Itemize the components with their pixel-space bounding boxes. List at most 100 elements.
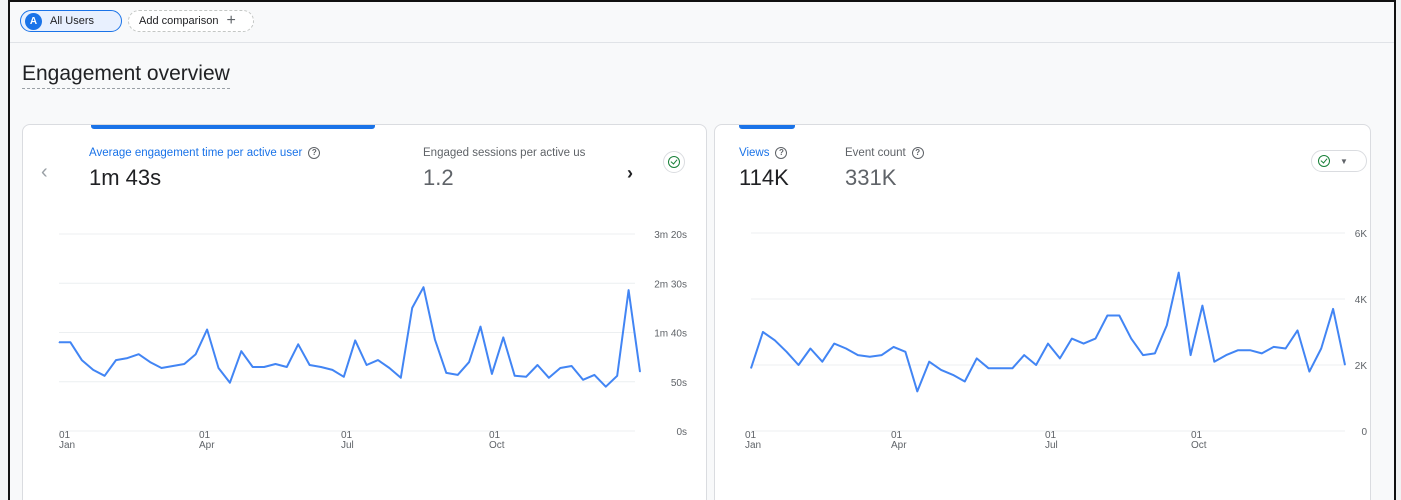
data-point	[161, 367, 163, 369]
data-point	[58, 341, 60, 343]
data-point	[1249, 349, 1251, 351]
views-chart: 6K4K2K0 01Jan01Apr01Jul01Oct	[745, 229, 1368, 451]
series-line-avg-engagement-time	[59, 286, 641, 388]
data-point	[750, 367, 752, 369]
data-point	[343, 376, 345, 378]
data-point	[366, 364, 368, 366]
data-point	[81, 359, 83, 361]
data-point	[928, 361, 930, 363]
engagement-time-card: ‹ Average engagement time per active use…	[22, 124, 707, 500]
data-point	[1237, 349, 1239, 351]
y-tick-label: 0	[1361, 427, 1367, 438]
data-point	[69, 341, 71, 343]
data-point	[354, 339, 356, 341]
y-tick-label: 2m 30s	[654, 279, 687, 290]
data-point	[514, 375, 516, 377]
data-point	[274, 363, 276, 365]
data-point	[263, 366, 265, 368]
data-point	[904, 351, 906, 353]
data-point	[229, 382, 231, 384]
data-point	[502, 336, 504, 338]
data-point	[297, 343, 299, 345]
data-point	[1106, 315, 1108, 316]
data-point	[525, 376, 527, 378]
data-point	[559, 367, 561, 369]
data-point	[571, 365, 573, 367]
data-point	[1201, 305, 1203, 307]
data-point	[1308, 371, 1310, 373]
data-point	[1225, 354, 1227, 356]
data-point	[1261, 352, 1263, 354]
report-frame: A All Users Add comparison + Engagement …	[8, 0, 1396, 500]
data-point	[92, 369, 94, 371]
data-point	[491, 373, 493, 375]
data-point	[1071, 338, 1073, 340]
data-point	[881, 354, 883, 356]
data-point	[593, 374, 595, 376]
data-point	[445, 372, 447, 374]
data-point	[217, 367, 219, 369]
y-tick-label: 6K	[1355, 229, 1368, 240]
data-point	[1047, 343, 1049, 345]
data-point	[639, 371, 641, 373]
data-point	[916, 390, 918, 392]
data-point	[1130, 338, 1132, 340]
data-point	[377, 359, 379, 361]
data-point	[940, 369, 942, 371]
data-point	[845, 348, 847, 349]
data-point	[1035, 364, 1037, 366]
y-tick-label: 0s	[676, 427, 687, 438]
x-tick-label: Apr	[199, 440, 215, 451]
data-point	[1166, 324, 1168, 326]
data-point	[468, 361, 470, 363]
data-point	[809, 348, 811, 349]
data-point	[833, 343, 835, 345]
data-point	[457, 374, 459, 376]
segment-label: All Users	[50, 15, 95, 27]
series-line-views	[750, 271, 1346, 393]
data-point	[786, 351, 788, 353]
data-point	[762, 331, 764, 333]
data-point	[1178, 272, 1180, 274]
segment-avatar: A	[25, 12, 42, 30]
data-point	[605, 386, 607, 388]
x-tick-label: Oct	[1191, 440, 1207, 451]
comparison-bar: A All Users Add comparison +	[10, 2, 1394, 43]
data-point	[388, 367, 390, 369]
data-point	[582, 379, 584, 381]
add-comparison-button[interactable]: Add comparison +	[128, 10, 254, 32]
x-tick-label: Jan	[745, 440, 761, 451]
data-point	[195, 353, 197, 355]
data-point	[774, 339, 776, 341]
data-point	[104, 375, 106, 377]
data-point	[1142, 354, 1144, 356]
data-point	[331, 369, 333, 371]
data-point	[309, 364, 311, 366]
data-point	[1011, 367, 1013, 369]
data-point	[1154, 352, 1156, 354]
engagement-time-chart: 3m 20s2m 30s1m 40s50s0s 01Jan01Apr01Jul0…	[58, 230, 687, 451]
data-point	[1190, 354, 1192, 356]
data-point	[1344, 364, 1346, 366]
x-tick-label: Oct	[489, 440, 505, 451]
data-point	[1285, 348, 1287, 349]
segment-chip-all-users[interactable]: A All Users	[20, 10, 122, 32]
data-point	[1332, 308, 1334, 310]
section-title: Engagement overview	[22, 62, 230, 89]
x-tick-label: Apr	[891, 440, 907, 451]
x-tick-label: Jul	[341, 440, 354, 451]
data-point	[1095, 338, 1097, 340]
data-point	[1023, 354, 1025, 356]
data-point	[183, 363, 185, 365]
data-point	[976, 357, 978, 359]
data-point	[320, 366, 322, 368]
data-point	[952, 374, 954, 376]
data-point	[480, 326, 482, 328]
data-point	[1320, 348, 1322, 349]
data-point	[138, 353, 140, 355]
data-point	[423, 286, 425, 288]
data-point	[1083, 343, 1085, 345]
y-tick-label: 3m 20s	[654, 230, 687, 241]
data-point	[286, 366, 288, 368]
views-card: Views? 114K Event count? 331K ▼ 6K 4K 2K 0 …	[714, 124, 1371, 500]
